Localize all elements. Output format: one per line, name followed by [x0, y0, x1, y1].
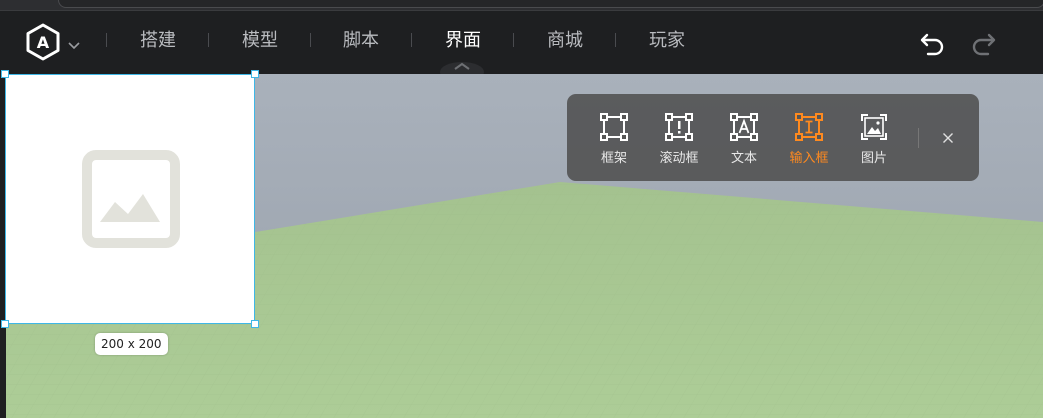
- tool-image-label: 图片: [860, 151, 887, 166]
- tool-text-label: 文本: [730, 151, 757, 166]
- widget-size-label: 200 x 200: [95, 333, 168, 355]
- tab-interface[interactable]: 界面: [445, 29, 481, 53]
- chevron-down-icon[interactable]: [67, 35, 81, 50]
- resize-handle-top-right[interactable]: [251, 70, 259, 78]
- toolbar-divider: [918, 128, 919, 148]
- divider: [310, 33, 311, 47]
- resize-handle-bottom-right[interactable]: [251, 320, 259, 328]
- tool-frame-label: 框架: [600, 151, 627, 166]
- hexagon-a-logo-icon[interactable]: A: [25, 23, 61, 61]
- tool-frame[interactable]: 框架: [586, 112, 642, 168]
- tool-input-box[interactable]: 输入框: [781, 112, 837, 168]
- tab-players[interactable]: 玩家: [649, 29, 685, 53]
- image-placeholder-icon: [82, 150, 180, 248]
- resize-handle-top-left[interactable]: [1, 70, 9, 78]
- divider: [513, 33, 514, 47]
- tool-text[interactable]: 文本: [716, 112, 772, 168]
- text-icon: [730, 113, 758, 141]
- tab-script[interactable]: 脚本: [343, 29, 379, 53]
- divider: [615, 33, 616, 47]
- tool-input-box-label: 输入框: [789, 151, 829, 166]
- tool-scroll-frame-label: 滚动框: [659, 151, 699, 166]
- tab-build[interactable]: 搭建: [140, 29, 176, 53]
- window-rim: [0, 0, 1043, 11]
- tab-store[interactable]: 商城: [547, 29, 583, 53]
- tool-scroll-frame[interactable]: 滚动框: [651, 112, 707, 168]
- divider: [106, 33, 107, 47]
- undo-icon[interactable]: [919, 28, 947, 56]
- redo-icon[interactable]: [969, 28, 997, 56]
- svg-text:A: A: [37, 33, 50, 52]
- resize-handle-bottom-left[interactable]: [1, 320, 9, 328]
- divider: [411, 33, 412, 47]
- top-navigation-bar: A 搭建 模型 脚本 界面 商城 玩家: [0, 0, 1043, 82]
- frame-icon: [600, 113, 628, 141]
- tab-model[interactable]: 模型: [242, 29, 278, 53]
- scroll-frame-icon: [665, 113, 693, 141]
- divider: [208, 33, 209, 47]
- image-icon: [861, 114, 887, 140]
- active-tab-indicator: [440, 58, 484, 82]
- input-box-icon: [795, 113, 823, 141]
- tool-image[interactable]: 图片: [846, 112, 902, 168]
- close-icon[interactable]: [938, 128, 958, 148]
- window-rim-inner: [58, 0, 1043, 8]
